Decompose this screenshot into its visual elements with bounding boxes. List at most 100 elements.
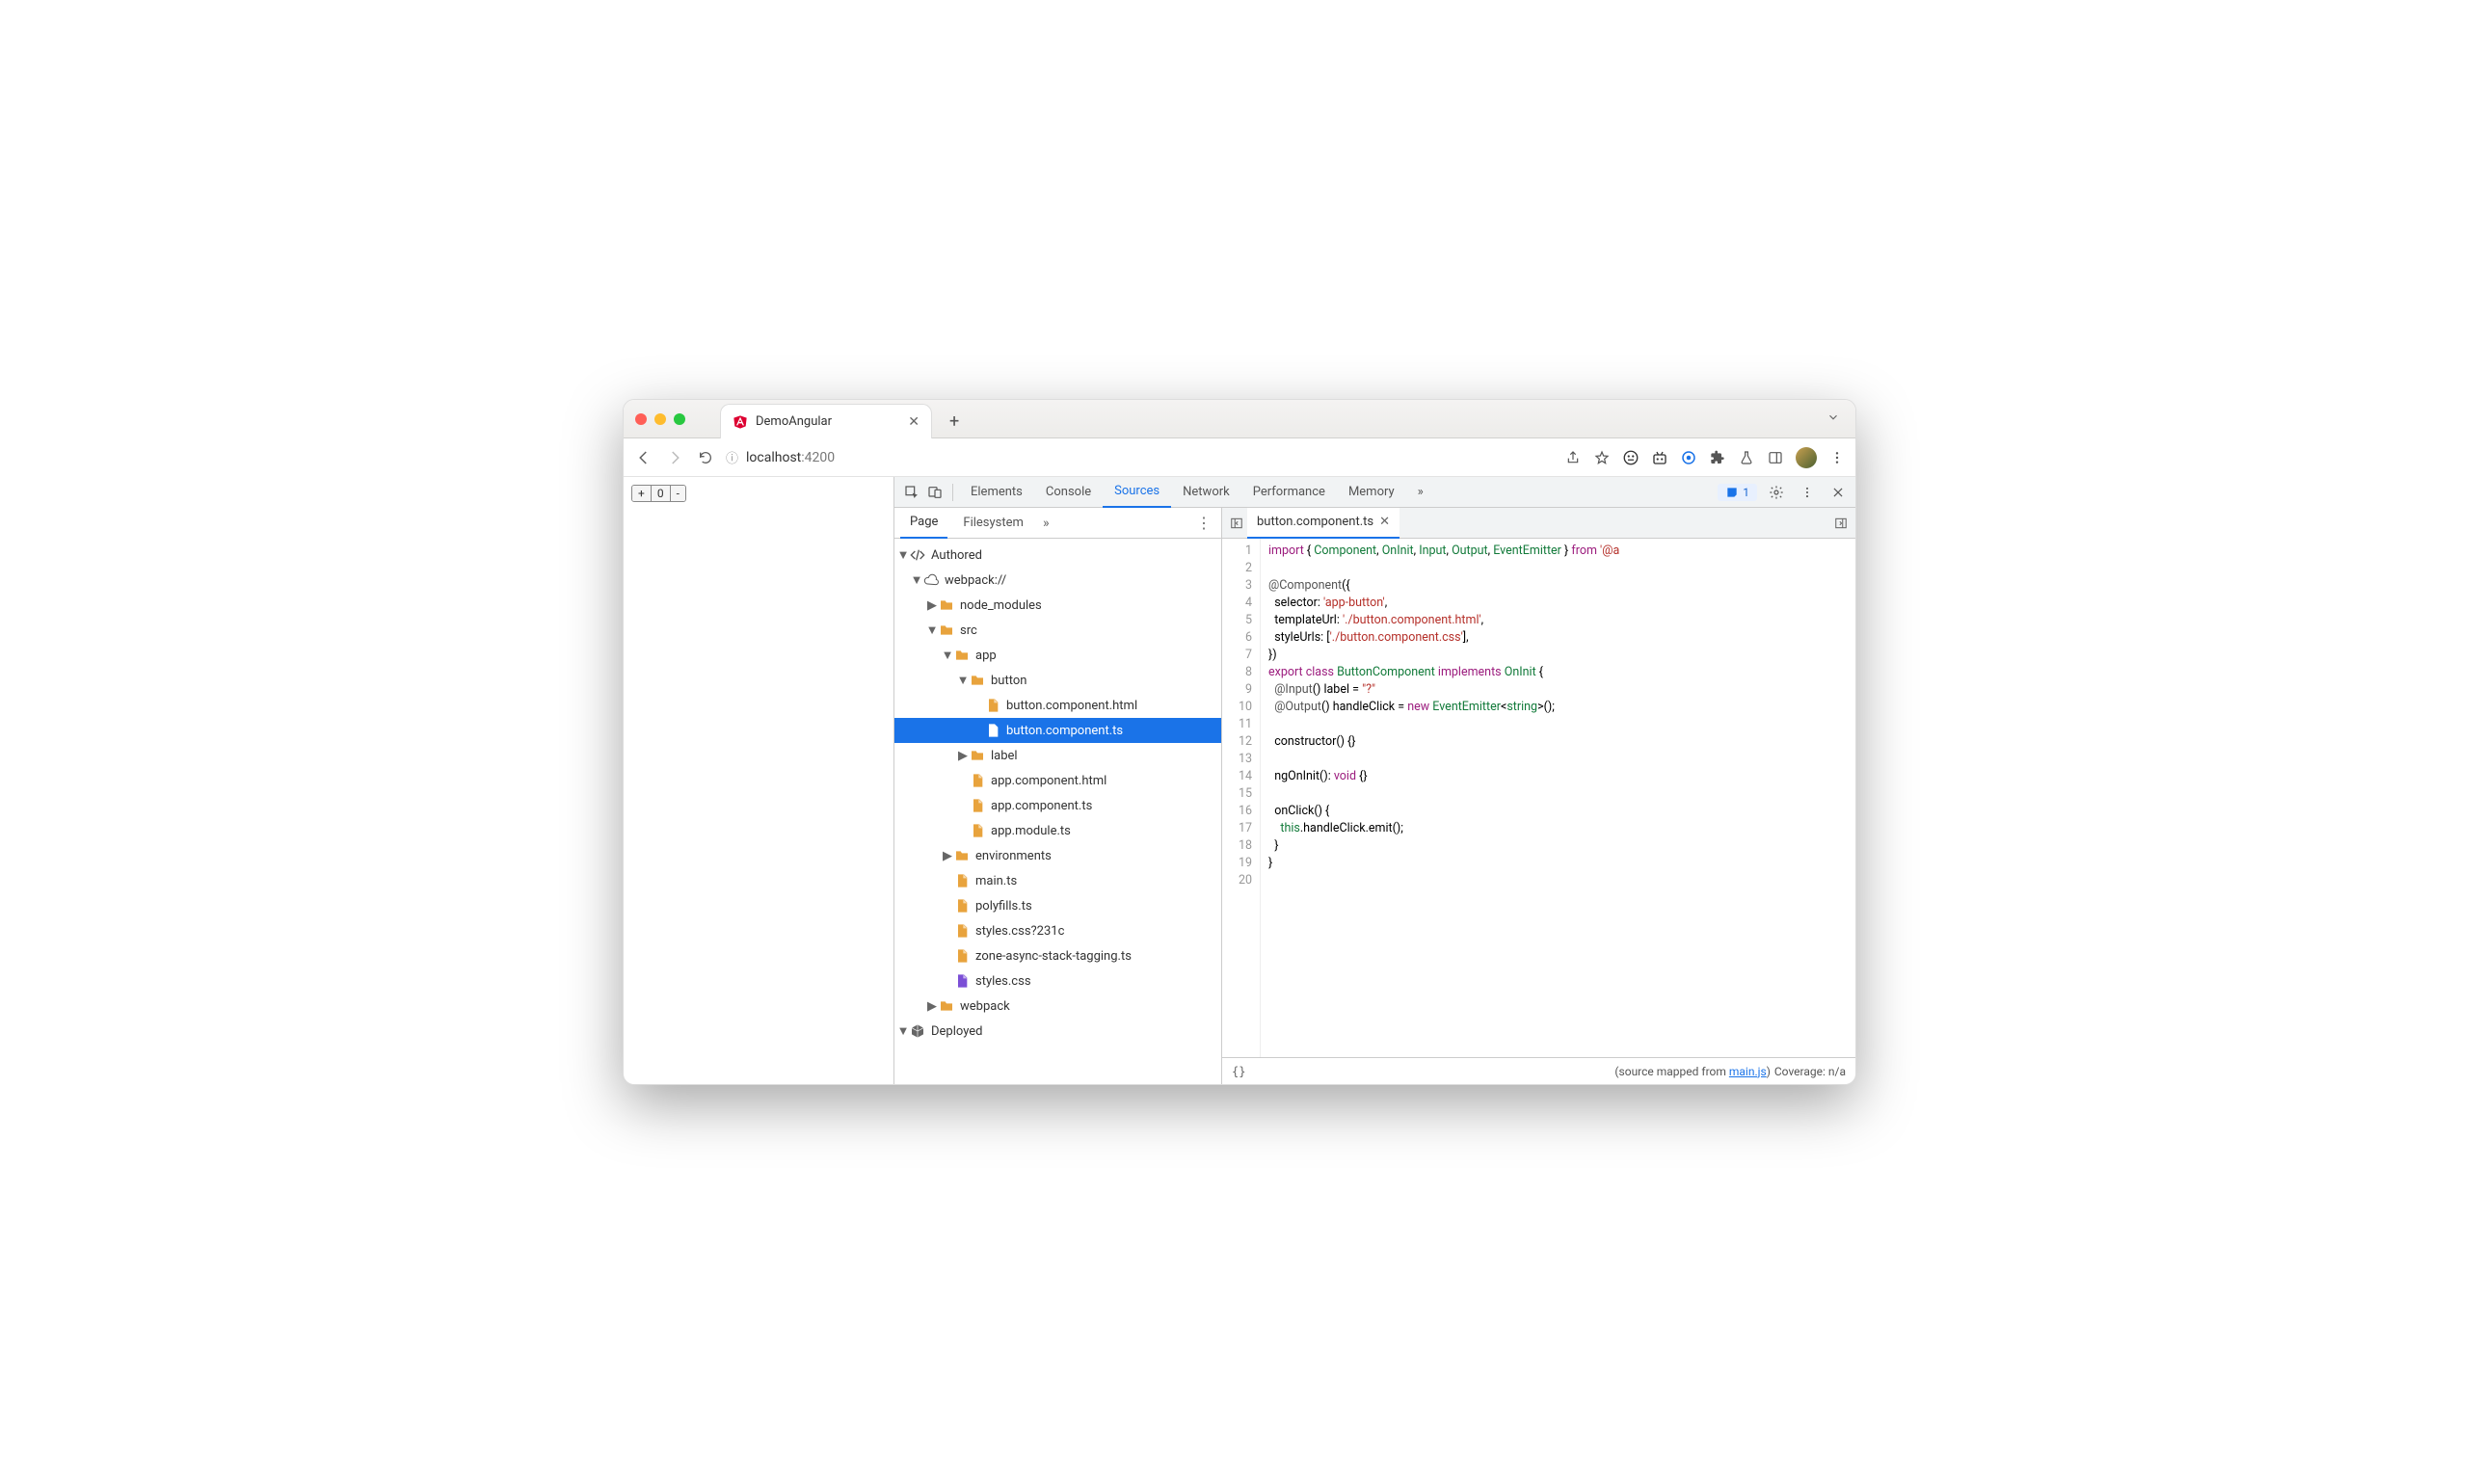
- inspect-element-icon[interactable]: [900, 481, 923, 504]
- source-map-link[interactable]: main.js: [1729, 1065, 1767, 1078]
- angular-icon: [733, 414, 748, 430]
- issues-badge[interactable]: 1: [1718, 484, 1757, 501]
- url-host: localhost: [746, 450, 801, 465]
- editor-pane: button.component.ts ✕ 123456789101112131…: [1222, 508, 1855, 1084]
- editor-statusbar: {} (source mapped from main.js) Coverage…: [1222, 1057, 1855, 1084]
- tree-file-button-ts[interactable]: button.component.ts: [894, 718, 1221, 743]
- open-file-name: button.component.ts: [1257, 515, 1373, 529]
- tabs-dropdown-button[interactable]: [1826, 410, 1840, 428]
- tab-console[interactable]: Console: [1034, 477, 1103, 508]
- window-controls: [635, 413, 685, 425]
- devtools-menu-icon[interactable]: [1796, 481, 1819, 504]
- decrement-button[interactable]: -: [671, 486, 685, 501]
- settings-gear-icon[interactable]: [1765, 481, 1788, 504]
- source-mapped-text: (source mapped from main.js): [1614, 1065, 1770, 1078]
- tab-performance[interactable]: Performance: [1241, 477, 1337, 508]
- share-icon[interactable]: [1564, 449, 1582, 466]
- increment-button[interactable]: +: [632, 486, 652, 501]
- file-icon: [985, 698, 1000, 713]
- rendered-page: + 0 -: [624, 477, 893, 1084]
- tree-file-styles-css[interactable]: styles.css: [894, 968, 1221, 994]
- tab-network[interactable]: Network: [1171, 477, 1241, 508]
- more-tabs-button[interactable]: »: [1406, 477, 1435, 508]
- device-toggle-icon[interactable]: [923, 481, 946, 504]
- maximize-window-button[interactable]: [674, 413, 685, 425]
- tree-app[interactable]: ▼app: [894, 643, 1221, 668]
- code-icon: [910, 547, 925, 563]
- navigator-more-button[interactable]: »: [1043, 516, 1050, 531]
- toolbar-icons: [1564, 447, 1846, 468]
- tree-file-styles-q[interactable]: styles.css?231c: [894, 918, 1221, 943]
- navigator-tab-filesystem[interactable]: Filesystem: [953, 508, 1033, 539]
- editor-tabs: button.component.ts ✕: [1222, 508, 1855, 539]
- titlebar: DemoAngular ✕ +: [624, 400, 1855, 438]
- extension-icon-3[interactable]: [1680, 449, 1697, 466]
- toggle-debugger-icon[interactable]: [1830, 513, 1852, 534]
- file-icon: [970, 773, 985, 788]
- side-panel-icon[interactable]: [1767, 449, 1784, 466]
- navigator-menu-icon[interactable]: ⋮: [1192, 514, 1215, 532]
- reload-button[interactable]: [695, 447, 716, 468]
- close-file-icon[interactable]: ✕: [1379, 515, 1390, 529]
- tab-elements[interactable]: Elements: [959, 477, 1034, 508]
- navigator-tab-page[interactable]: Page: [900, 508, 947, 539]
- address-bar: ⓘ localhost:4200: [624, 438, 1855, 477]
- folder-icon: [939, 623, 954, 638]
- tab-close-button[interactable]: ✕: [908, 414, 920, 430]
- code-editor[interactable]: 1234567891011121314151617181920 import {…: [1222, 539, 1855, 1057]
- forward-button[interactable]: [664, 447, 685, 468]
- tree-webpack-folder[interactable]: ▶webpack: [894, 994, 1221, 1019]
- tree-file-polyfills[interactable]: polyfills.ts: [894, 893, 1221, 918]
- tree-file-app-ts[interactable]: app.component.ts: [894, 793, 1221, 818]
- line-gutter: 1234567891011121314151617181920: [1222, 539, 1261, 1057]
- profile-avatar[interactable]: [1796, 447, 1817, 468]
- new-tab-button[interactable]: +: [949, 411, 959, 432]
- toggle-navigator-icon[interactable]: [1226, 513, 1247, 534]
- browser-menu-icon[interactable]: [1828, 449, 1846, 466]
- url-field[interactable]: ⓘ localhost:4200: [726, 448, 1555, 466]
- tree-file-app-module[interactable]: app.module.ts: [894, 818, 1221, 843]
- tree-node-modules[interactable]: ▶node_modules: [894, 593, 1221, 618]
- browser-tab[interactable]: DemoAngular ✕: [720, 404, 932, 438]
- devtools-toolbar: Elements Console Sources Network Perform…: [894, 477, 1855, 508]
- tree-authored[interactable]: ▼Authored: [894, 543, 1221, 568]
- tree-label-folder[interactable]: ▶label: [894, 743, 1221, 768]
- separator: [952, 484, 953, 501]
- devtools-right-controls: 1: [1718, 481, 1850, 504]
- extensions-puzzle-icon[interactable]: [1709, 449, 1726, 466]
- extension-icon-1[interactable]: [1622, 449, 1639, 466]
- devtools-panel: Elements Console Sources Network Perform…: [893, 477, 1855, 1084]
- file-icon: [954, 923, 970, 939]
- pretty-print-icon[interactable]: {}: [1232, 1065, 1245, 1078]
- open-file-tab[interactable]: button.component.ts ✕: [1247, 508, 1399, 539]
- sources-panel: Page Filesystem » ⋮ ▼Authored ▼webpack:/…: [894, 508, 1855, 1084]
- tree-button-folder[interactable]: ▼button: [894, 668, 1221, 693]
- folder-icon: [939, 597, 954, 613]
- tab-memory[interactable]: Memory: [1337, 477, 1406, 508]
- tree-file-app-html[interactable]: app.component.html: [894, 768, 1221, 793]
- tab-sources[interactable]: Sources: [1103, 477, 1171, 508]
- close-devtools-icon[interactable]: [1826, 481, 1850, 504]
- site-info-icon[interactable]: ⓘ: [726, 448, 738, 466]
- navigator-tabs: Page Filesystem » ⋮: [894, 508, 1221, 539]
- folder-icon: [970, 673, 985, 688]
- tree-webpack-domain[interactable]: ▼webpack://: [894, 568, 1221, 593]
- folder-icon: [970, 748, 985, 763]
- folder-icon: [954, 648, 970, 663]
- tree-deployed[interactable]: ▼Deployed: [894, 1019, 1221, 1044]
- close-window-button[interactable]: [635, 413, 647, 425]
- extension-icon-2[interactable]: [1651, 449, 1668, 466]
- issues-count: 1: [1743, 486, 1749, 499]
- extension-icon-labs[interactable]: [1738, 449, 1755, 466]
- coverage-text: Coverage: n/a: [1774, 1065, 1846, 1078]
- tree-file-zone[interactable]: zone-async-stack-tagging.ts: [894, 943, 1221, 968]
- minimize-window-button[interactable]: [654, 413, 666, 425]
- tree-environments[interactable]: ▶environments: [894, 843, 1221, 868]
- tree-src[interactable]: ▼src: [894, 618, 1221, 643]
- tree-file-main-ts[interactable]: main.ts: [894, 868, 1221, 893]
- bookmark-star-icon[interactable]: [1593, 449, 1611, 466]
- code-content[interactable]: import { Component, OnInit, Input, Outpu…: [1261, 539, 1855, 1057]
- back-button[interactable]: [633, 447, 654, 468]
- tree-file-button-html[interactable]: button.component.html: [894, 693, 1221, 718]
- counter-value[interactable]: 0: [652, 486, 671, 501]
